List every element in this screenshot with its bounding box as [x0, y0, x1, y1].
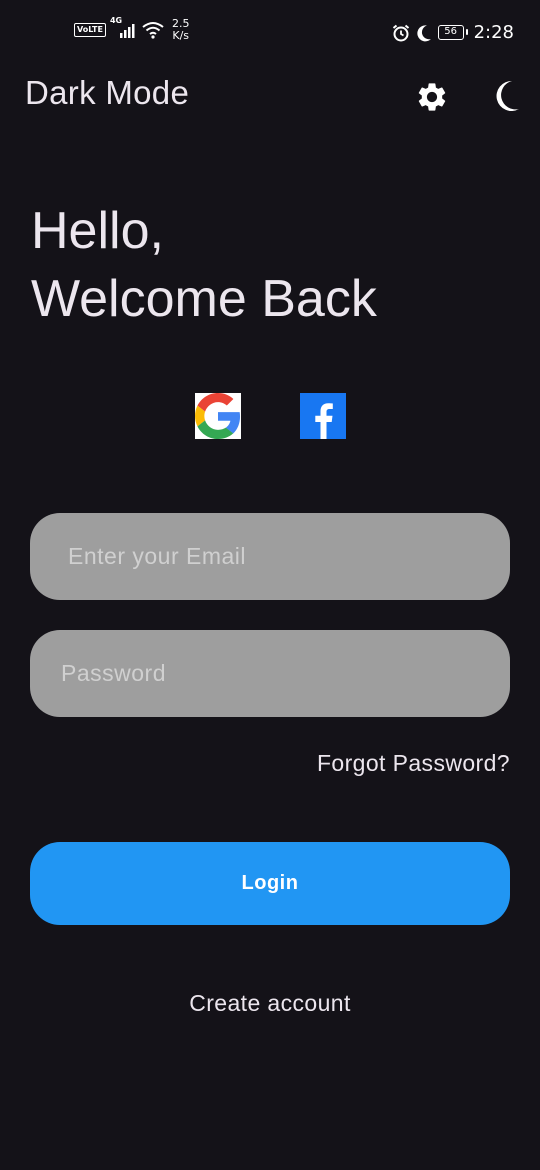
alarm-icon [392, 24, 410, 42]
net-speed-unit: K/s [172, 29, 190, 42]
app-title: Dark Mode [25, 74, 190, 111]
gear-icon[interactable] [415, 80, 449, 114]
net-speed: 2.5 K/s [172, 18, 190, 42]
google-logo [195, 393, 241, 439]
welcome-headline: Hello, Welcome Back [31, 197, 377, 333]
headline-line-1: Hello, [31, 202, 164, 260]
email-field-container [30, 513, 510, 600]
battery-icon: 56 [437, 25, 468, 40]
facebook-logo [300, 393, 346, 439]
dnd-moon-icon [416, 24, 432, 42]
login-button[interactable]: Login [30, 842, 510, 925]
volte-badge: VoLTE [74, 23, 106, 37]
signal-icon: 4G [110, 16, 136, 39]
headline-line-2: Welcome Back [31, 270, 377, 328]
google-login-button[interactable] [195, 393, 241, 439]
clock: 2:28 [473, 22, 514, 43]
password-field-container [30, 630, 510, 717]
create-account-link[interactable]: Create account [0, 990, 540, 1017]
forgot-password-link[interactable]: Forgot Password? [317, 750, 510, 777]
password-field[interactable] [30, 630, 510, 717]
facebook-login-button[interactable] [300, 393, 346, 439]
status-right: 56 2:28 [392, 22, 514, 43]
battery-level: 56 [444, 26, 457, 37]
email-field[interactable] [30, 513, 510, 600]
moon-icon[interactable] [490, 79, 520, 113]
status-bar: VoLTE 4G 2.5 K/s 56 2:28 [0, 0, 540, 68]
wifi-icon [142, 21, 164, 39]
status-left: VoLTE 4G 2.5 K/s [74, 16, 190, 42]
